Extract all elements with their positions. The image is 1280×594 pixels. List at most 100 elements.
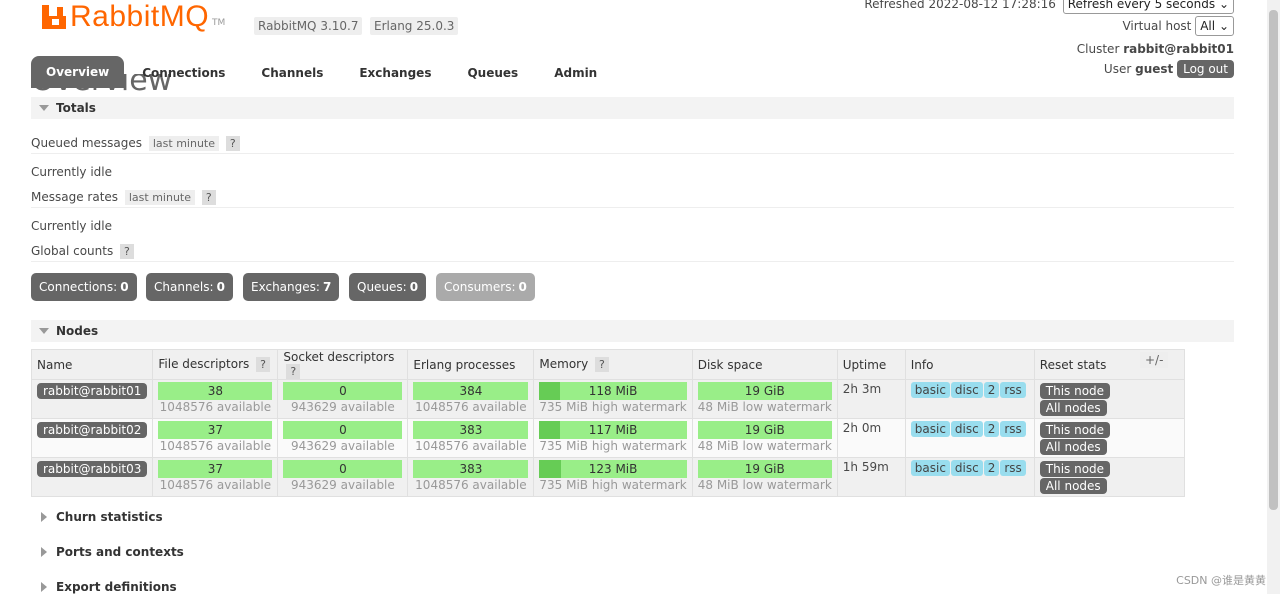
col-info: Info (904, 349, 1035, 380)
ep-available: 1048576 available (415, 478, 527, 492)
reset-all-nodes-button[interactable]: All nodes (1039, 439, 1107, 455)
consumers-count-button[interactable]: Consumers: 0 (436, 273, 535, 301)
triangle-right-icon (41, 547, 47, 557)
channels-count-button[interactable]: Channels: 0 (146, 273, 233, 301)
cluster-area: Cluster rabbit@rabbit01 (1077, 42, 1234, 56)
ports-and-contexts-section[interactable]: Ports and contexts (56, 545, 184, 559)
info-tag-count[interactable]: 2 (983, 460, 1000, 476)
info-tag-rss[interactable]: rss (1000, 382, 1026, 398)
vhost-area: Virtual host All ⌄ (1122, 16, 1234, 36)
export-definitions-section[interactable]: Export definitions (56, 580, 177, 594)
col-erlang-processes: Erlang processes (407, 349, 535, 380)
message-rates-range[interactable]: last minute (124, 190, 196, 205)
memory-cell: 123 MiB 735 MiB high watermark (533, 457, 693, 497)
node-name-cell: rabbit@rabbit03 (30, 457, 154, 497)
memory-bar: 118 MiB (539, 382, 687, 400)
tab-connections[interactable]: Connections (124, 58, 243, 88)
reset-this-node-button[interactable]: This node (1039, 383, 1111, 399)
memory-bar: 117 MiB (539, 421, 687, 439)
memory-fill (539, 421, 561, 439)
queues-count-button[interactable]: Queues: 0 (349, 273, 427, 301)
info-tag-disc[interactable]: disc (950, 460, 983, 476)
info-tag-basic[interactable]: basic (910, 382, 950, 398)
reset-all-nodes-button[interactable]: All nodes (1039, 400, 1107, 416)
rabbitmq-version: RabbitMQ 3.10.7 (254, 17, 363, 35)
divider (31, 207, 1234, 208)
uptime-cell: 2h 3m (836, 379, 906, 419)
reset-cell: This node All nodes (1033, 379, 1185, 419)
help-icon[interactable]: ? (225, 136, 240, 151)
info-tag-count[interactable]: 2 (983, 421, 1000, 437)
nodes-section-header[interactable]: Nodes (31, 320, 1234, 342)
help-icon[interactable]: ? (286, 364, 301, 379)
csdn-watermark: CSDN @谁是黄黄 (1176, 574, 1266, 587)
info-tag-rss[interactable]: rss (1000, 460, 1026, 476)
ep-cell: 384 1048576 available (407, 379, 535, 419)
queued-messages-idle: Currently idle (31, 165, 112, 179)
tab-queues[interactable]: Queues (449, 58, 536, 88)
rabbit-icon (42, 5, 66, 29)
triangle-down-icon (39, 328, 49, 334)
node-link[interactable]: rabbit@rabbit01 (37, 383, 148, 399)
col-socket-descriptors: Socket descriptors ? (277, 349, 409, 380)
info-tag-disc[interactable]: disc (950, 421, 983, 437)
connections-count-button[interactable]: Connections: 0 (31, 273, 137, 301)
main-tabs: Overview Connections Channels Exchanges … (31, 56, 615, 88)
column-toggle-button[interactable]: +/- (1140, 352, 1169, 368)
vhost-select[interactable]: All ⌄ (1195, 16, 1234, 36)
queued-messages-row: Queued messages last minute ? (31, 136, 240, 151)
queued-messages-range[interactable]: last minute (148, 136, 220, 151)
reset-this-node-button[interactable]: This node (1039, 422, 1111, 438)
info-tag-disc[interactable]: disc (950, 382, 983, 398)
exchanges-count-button[interactable]: Exchanges: 7 (243, 273, 340, 301)
memory-watermark: 735 MiB high watermark (539, 439, 687, 453)
tab-exchanges[interactable]: Exchanges (341, 58, 449, 88)
info-tag-count[interactable]: 2 (983, 382, 1000, 398)
churn-statistics-section[interactable]: Churn statistics (56, 510, 163, 524)
reset-this-node-button[interactable]: This node (1039, 461, 1111, 477)
memory-cell: 117 MiB 735 MiB high watermark (533, 418, 693, 458)
disk-watermark: 48 MiB low watermark (697, 439, 832, 453)
logout-button[interactable]: Log out (1177, 60, 1234, 78)
fd-bar: 37 (158, 460, 273, 478)
help-icon[interactable]: ? (120, 244, 134, 259)
scrollbar-thumb[interactable] (1269, 10, 1278, 510)
col-disk-space: Disk space (691, 349, 838, 380)
message-rates-idle: Currently idle (31, 219, 112, 233)
disk-cell: 19 GiB 48 MiB low watermark (691, 457, 838, 497)
tab-admin[interactable]: Admin (536, 58, 615, 88)
disk-bar: 19 GiB (697, 460, 832, 478)
node-link[interactable]: rabbit@rabbit02 (37, 422, 148, 438)
fd-available: 1048576 available (159, 439, 272, 453)
tab-overview[interactable]: Overview (31, 56, 125, 88)
rabbitmq-logo[interactable]: RabbitMQ TM (42, 0, 225, 34)
divider (31, 153, 1234, 154)
vertical-scrollbar[interactable] (1267, 0, 1280, 594)
memory-fill (539, 460, 562, 478)
node-link[interactable]: rabbit@rabbit03 (37, 461, 148, 477)
help-icon[interactable]: ? (595, 357, 609, 372)
node-name-cell: rabbit@rabbit02 (30, 418, 154, 458)
totals-section-header[interactable]: Totals (31, 97, 1234, 119)
sd-available: 943629 available (290, 400, 395, 414)
info-tag-rss[interactable]: rss (1000, 421, 1026, 437)
col-memory: Memory ? (533, 349, 693, 380)
info-tag-basic[interactable]: basic (910, 460, 950, 476)
fd-bar: 38 (158, 382, 273, 400)
disk-bar: 19 GiB (697, 421, 832, 439)
help-icon[interactable]: ? (256, 357, 270, 372)
memory-watermark: 735 MiB high watermark (539, 400, 687, 414)
tab-channels[interactable]: Channels (243, 58, 341, 88)
memory-fill (539, 382, 561, 400)
chevron-down-icon: ⌄ (1218, 0, 1229, 11)
help-icon[interactable]: ? (201, 190, 216, 205)
info-tag-basic[interactable]: basic (910, 421, 950, 437)
disk-cell: 19 GiB 48 MiB low watermark (691, 418, 838, 458)
sd-cell: 0 943629 available (277, 418, 409, 458)
refresh-select[interactable]: Refresh every 5 seconds ⌄ (1062, 0, 1234, 14)
disk-watermark: 48 MiB low watermark (697, 400, 832, 414)
reset-all-nodes-button[interactable]: All nodes (1039, 478, 1107, 494)
fd-available: 1048576 available (159, 478, 272, 492)
erlang-version: Erlang 25.0.3 (370, 17, 459, 35)
fd-cell: 37 1048576 available (152, 418, 279, 458)
